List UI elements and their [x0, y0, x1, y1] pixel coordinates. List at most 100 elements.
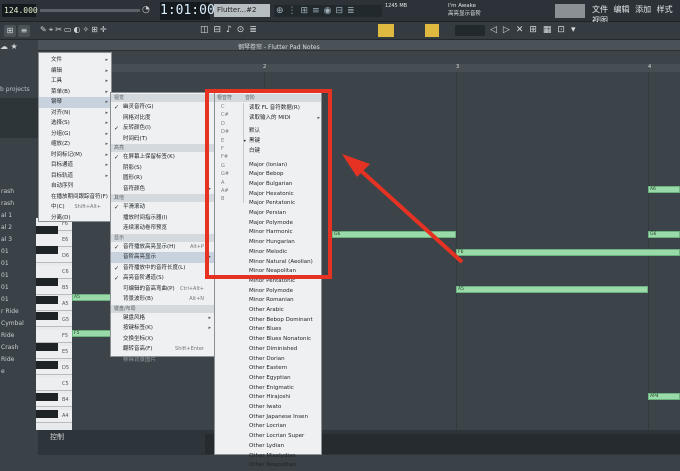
scale-menu-item[interactable]: Other Neapolitan [243, 460, 323, 471]
menu-item[interactable]: 中(C) Shift+Alt+ [39, 202, 111, 213]
black-key[interactable] [36, 393, 58, 401]
note[interactable]: A5 [456, 286, 648, 293]
black-key[interactable] [36, 343, 58, 351]
menu-item[interactable]: 在播放期间跟踪音符(F) [39, 192, 111, 203]
timeline-ruler[interactable] [72, 64, 680, 72]
browser-item[interactable]: 01 [1, 284, 9, 291]
menu-item[interactable]: 播放时间指示器(I) [111, 213, 214, 224]
browser-item[interactable]: rash [1, 200, 14, 207]
black-key[interactable] [36, 361, 58, 369]
browser-item[interactable]: al 3 [1, 236, 12, 243]
menu-item[interactable]: 时间标记(M) ▸ [39, 150, 111, 161]
browser-item[interactable]: Crash [1, 344, 18, 351]
browser-item[interactable]: Ride [1, 356, 14, 363]
snap-button[interactable] [425, 24, 439, 37]
menu-item[interactable]: 工具 ▸ [39, 76, 111, 87]
menu-item[interactable]: ✓ 反转颜色(I) [111, 123, 214, 134]
menu-item[interactable]: 目标通道 ▸ [39, 160, 111, 171]
browser-item[interactable]: Ride [1, 332, 14, 339]
menu-item[interactable]: ✓ 在屏幕上保留标签(K) [111, 152, 214, 163]
master-volume-slider[interactable] [40, 9, 140, 12]
menu-item[interactable]: 可编辑的音高弯曲(P) Ctrl+Alt+ [111, 284, 214, 295]
metronome-icon[interactable]: ◔ [142, 5, 152, 15]
menu-edit[interactable]: 编辑 [614, 5, 630, 14]
browser-tree [0, 98, 38, 138]
menu-item[interactable]: 选择(S) ▸ [39, 118, 111, 129]
menu-item[interactable]: 菜单(B) ▸ [39, 87, 111, 98]
browser-item[interactable]: rash [1, 188, 14, 195]
control-lane-label[interactable]: 控制 [50, 432, 64, 442]
browser-item[interactable]: 01 [1, 296, 9, 303]
black-key[interactable] [36, 296, 58, 304]
note[interactable]: F6 [456, 249, 680, 256]
menu-item[interactable]: 网格对比度 [111, 113, 214, 124]
piano-roll-tool-icons[interactable]: ✎⌖✂▭◐✧⊞✛ [40, 25, 160, 37]
browser-folder-label[interactable]: b projects [0, 86, 30, 93]
menu-item[interactable]: 阴影(S) [111, 163, 214, 174]
menu-item-label: Other Eastern [249, 365, 288, 372]
menu-item[interactable]: 音阶高亮显示 ▸ [111, 252, 214, 263]
menu-item[interactable]: 移除背景图片 [111, 355, 214, 366]
window-tool-icons[interactable]: ◁▷✕⊞▦⊡▾ [490, 25, 680, 37]
tempo-display[interactable]: 124.000 [2, 4, 38, 17]
black-key[interactable] [36, 226, 58, 234]
menu-add[interactable]: 添加 [635, 5, 651, 14]
menu-item[interactable]: 文件 ▸ [39, 55, 111, 66]
browser-item[interactable]: Cymbal [1, 320, 24, 327]
note[interactable]: A6 [648, 186, 680, 193]
menu-item[interactable]: 目标轨道 ▸ [39, 171, 111, 182]
menu-item-label: Other Iwato [249, 404, 282, 410]
menu-item[interactable]: 键盘风格 ▸ [111, 313, 214, 324]
menu-item[interactable]: 时间码(T) [111, 134, 214, 145]
playlist-icon[interactable]: ≡ [18, 25, 30, 37]
white-key[interactable]: F5 [36, 330, 72, 343]
black-key[interactable] [36, 278, 58, 286]
menu-item[interactable]: 背景波形(B) Alt+N [111, 294, 214, 305]
transport-icons[interactable]: ⊕⋮⊞≡◉⊟≣ [276, 6, 359, 16]
browser-item[interactable]: 01 [1, 272, 9, 279]
menu-item[interactable]: ✓ 音符播放高亮显示(H) Alt+P [111, 242, 214, 253]
menu-item[interactable]: 分组(G) ▸ [39, 129, 111, 140]
menu-item[interactable]: ✓ 高亮音阶通道(S) [111, 273, 214, 284]
menu-item[interactable]: 音符颜色 ▸ [111, 184, 214, 195]
white-key[interactable]: C5 [36, 378, 72, 391]
menu-item[interactable]: ✓ 幽灵音符(G) [111, 102, 214, 113]
browser-item[interactable]: al 2 [1, 224, 12, 231]
snap-selector[interactable] [455, 25, 485, 36]
menu-item[interactable]: 对齐(N) ▸ [39, 108, 111, 119]
note[interactable]: G6 [332, 231, 456, 238]
view-buttons[interactable]: ◫⊟♪⊙≣ [200, 25, 360, 37]
black-key[interactable] [36, 246, 58, 254]
menu-item[interactable]: 按键标签(K) ▸ [111, 323, 214, 334]
menu-file[interactable]: 文件 [592, 5, 608, 14]
browser-item[interactable]: r Ride [1, 308, 19, 315]
menu-item-label: 菜单(B) [51, 88, 71, 95]
menu-item[interactable]: ✓ 音符播放中的音符长度(L) [111, 263, 214, 274]
browser-item[interactable]: 01 [1, 260, 9, 267]
check-icon: ✓ [114, 264, 120, 272]
browser-item[interactable]: 01 [1, 248, 9, 255]
browser-item[interactable]: al 1 [1, 212, 12, 219]
menu-item[interactable]: 自动序列 [39, 181, 111, 192]
black-key[interactable] [36, 312, 58, 320]
menu-item[interactable]: 钢琴 ▸ [39, 97, 111, 108]
menu-patterns[interactable]: 样式 [657, 5, 673, 14]
pattern-selector[interactable]: Flutter...#2 [214, 4, 270, 17]
active-view-button[interactable] [378, 24, 394, 37]
menu-item[interactable]: 连续滚动卷帘预览 [111, 223, 214, 234]
menu-item[interactable]: 缩放(Z) ▸ [39, 139, 111, 150]
note[interactable]: A5 [72, 294, 112, 301]
browser-toolbar-icons[interactable]: ☁ ★ [0, 42, 38, 56]
black-key[interactable] [36, 410, 58, 418]
menu-item[interactable]: 交换坐标(X) [111, 334, 214, 345]
note[interactable]: G6 [648, 231, 680, 238]
menu-item[interactable]: 翻转音高(F) Shift+Enter [111, 344, 214, 355]
browser-item[interactable]: e [1, 368, 5, 375]
menu-item[interactable]: 圆形(R) [111, 173, 214, 184]
pattern-icon[interactable]: ⊞ [4, 25, 16, 37]
note[interactable]: F5 [72, 330, 112, 337]
note[interactable]: AP4 [648, 393, 680, 400]
menu-item[interactable]: ✓ 平滑滚动 [111, 202, 214, 213]
menu-item[interactable]: 分离(D) [39, 213, 111, 224]
menu-item[interactable]: 编辑 ▸ [39, 66, 111, 77]
